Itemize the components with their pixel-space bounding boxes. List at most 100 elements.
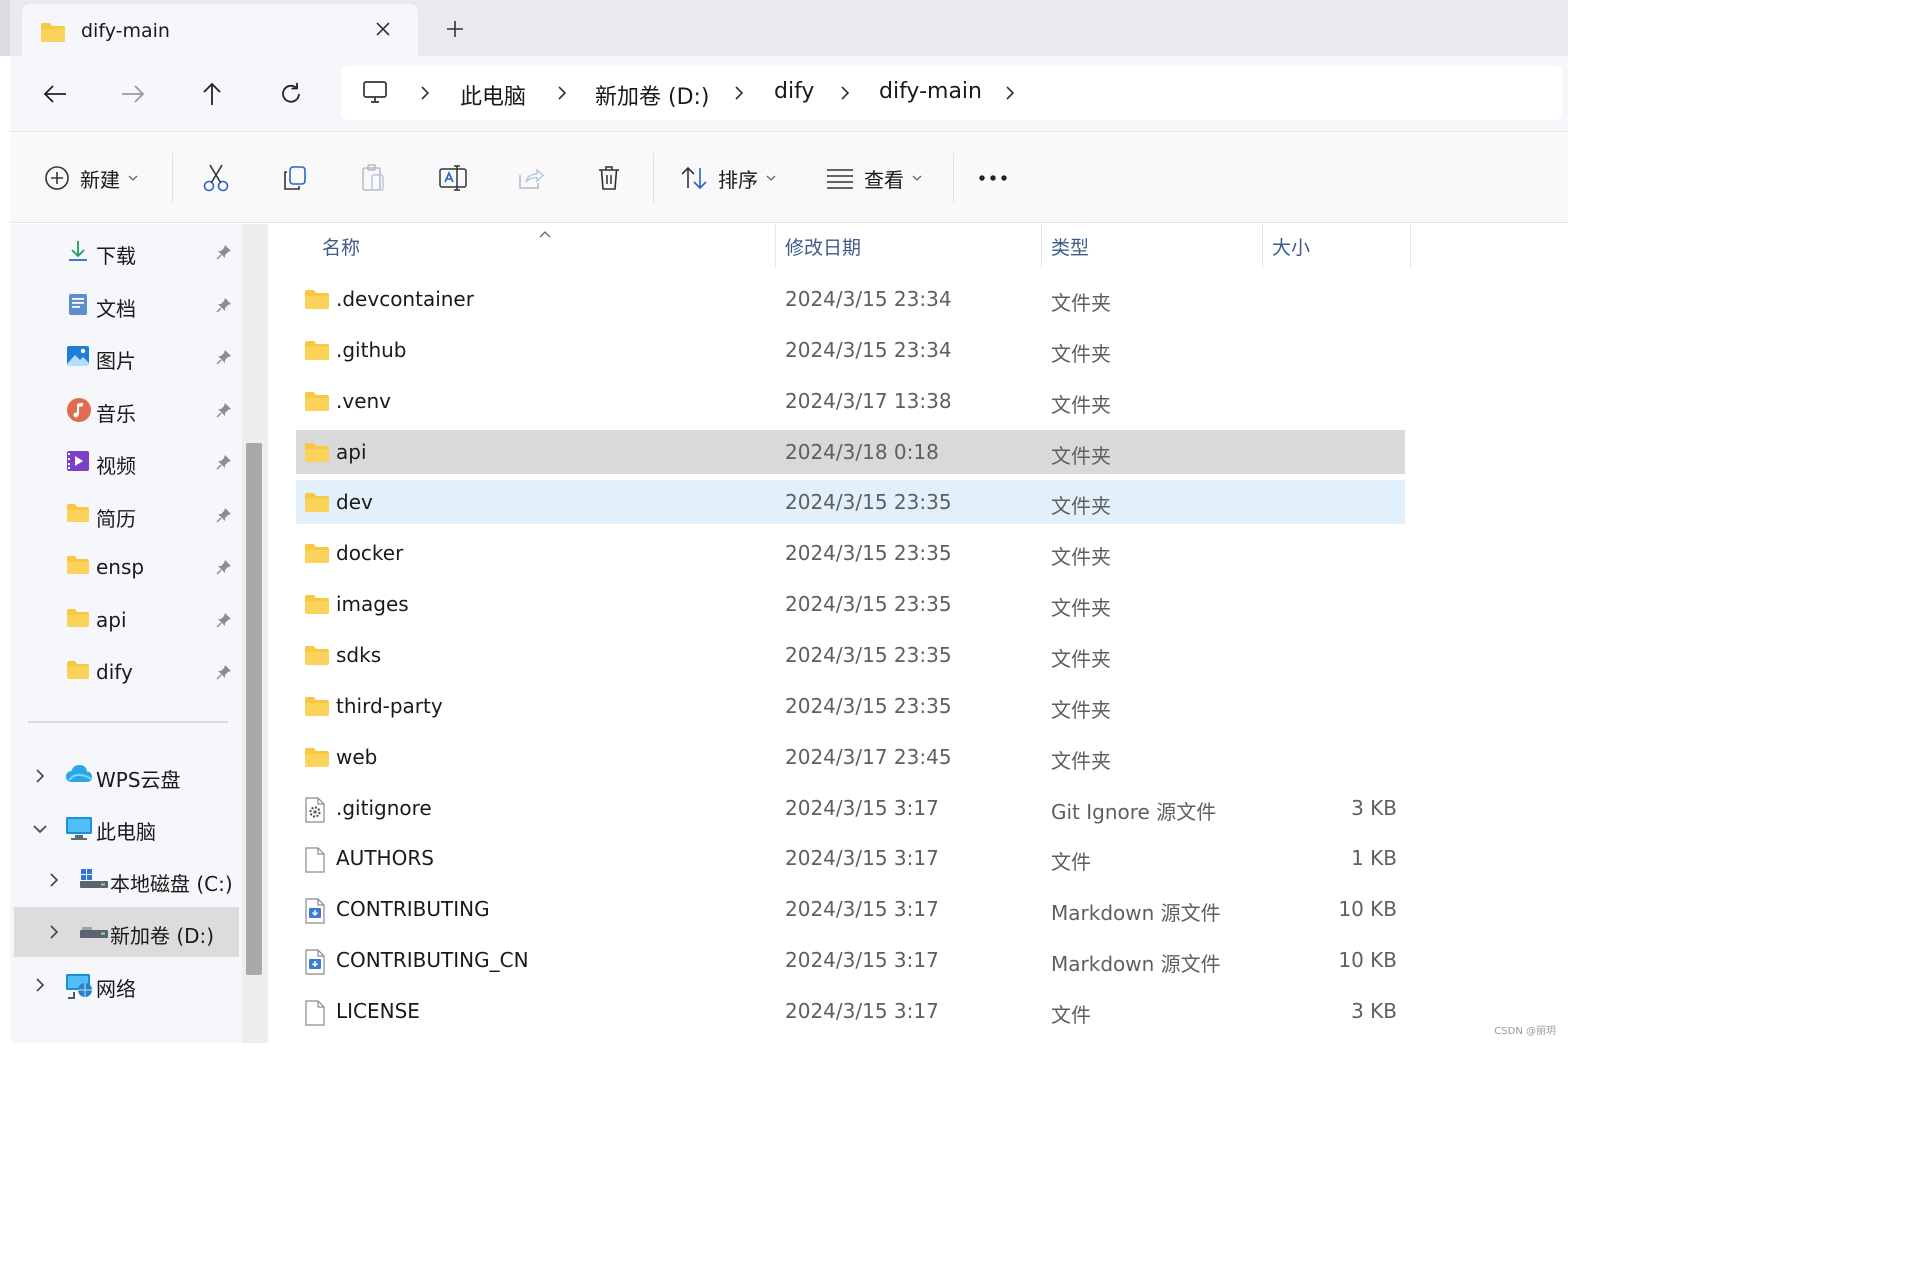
breadcrumb-this-pc[interactable]: 此电脑 <box>460 79 526 111</box>
address-bar[interactable]: 此电脑 新加卷 (D:) dify dify-main <box>341 66 1562 120</box>
back-button[interactable] <box>35 74 75 114</box>
up-button[interactable] <box>192 74 232 114</box>
pin-icon[interactable] <box>216 349 232 369</box>
tab-dify-main[interactable]: dify-main <box>22 4 418 56</box>
paste-button[interactable] <box>360 161 386 195</box>
sidebar-item-label: 图片 <box>96 349 136 373</box>
column-divider[interactable] <box>1041 224 1042 268</box>
sidebar-item-pictures[interactable]: 图片 <box>10 333 242 379</box>
column-header-size[interactable]: 大小 <box>1272 233 1310 260</box>
divider <box>953 153 954 203</box>
column-header-type[interactable]: 类型 <box>1051 233 1089 260</box>
sidebar-item-videos[interactable]: 视频 <box>10 438 242 484</box>
new-tab-button[interactable] <box>440 14 470 44</box>
share-button[interactable] <box>517 161 545 195</box>
breadcrumb-dify[interactable]: dify <box>774 79 814 104</box>
sidebar-tree-label: 本地磁盘 (C:) <box>110 872 233 896</box>
sidebar-item-api[interactable]: api <box>10 596 242 642</box>
forward-button[interactable] <box>113 74 153 114</box>
chevron-right-icon[interactable] <box>48 872 60 892</box>
chevron-right-icon[interactable] <box>839 84 851 106</box>
folder-icon <box>66 554 90 578</box>
pin-icon[interactable] <box>216 402 232 422</box>
file-row[interactable]: web 2024/3/17 23:45 文件夹 <box>296 735 1405 779</box>
sidebar-tree-drive-c[interactable]: 本地磁盘 (C:) <box>10 855 242 905</box>
chevron-right-icon[interactable] <box>34 977 46 997</box>
column-header-name[interactable]: 名称 <box>322 233 360 260</box>
folder-icon <box>304 695 330 721</box>
file-row[interactable]: api 2024/3/18 0:18 文件夹 <box>296 430 1405 474</box>
chevron-right-icon[interactable] <box>556 84 568 106</box>
sidebar-item-downloads[interactable]: 下载 <box>10 228 242 274</box>
file-size: 3 KB <box>1351 999 1397 1023</box>
sidebar-tree-label: 此电脑 <box>96 820 156 844</box>
divider <box>28 721 228 723</box>
column-divider[interactable] <box>1410 224 1411 268</box>
sidebar-tree-this-pc[interactable]: 此电脑 <box>10 803 242 853</box>
sidebar-scrollbar-thumb[interactable] <box>246 443 262 975</box>
pin-icon[interactable] <box>216 297 232 317</box>
rename-icon <box>439 165 467 191</box>
file-row[interactable]: docker 2024/3/15 23:35 文件夹 <box>296 531 1405 575</box>
chevron-right-icon[interactable] <box>48 924 60 944</box>
breadcrumb-dify-main[interactable]: dify-main <box>879 79 982 104</box>
sidebar-item-ensp[interactable]: ensp <box>10 543 242 589</box>
file-row[interactable]: third-party 2024/3/15 23:35 文件夹 <box>296 684 1405 728</box>
sidebar-tree-drive-d[interactable]: 新加卷 (D:) <box>14 907 239 957</box>
chevron-right-icon[interactable] <box>733 84 745 106</box>
more-options-button[interactable] <box>978 161 1008 195</box>
file-name: third-party <box>336 694 443 718</box>
sidebar-tree-wps-cloud[interactable]: WPS云盘 <box>10 751 242 801</box>
new-button[interactable]: 新建 <box>44 161 138 195</box>
file-type: 文件 <box>1051 850 1091 874</box>
copy-button[interactable] <box>282 161 308 195</box>
file-row[interactable]: .github 2024/3/15 23:34 文件夹 <box>296 328 1405 372</box>
chevron-right-icon[interactable] <box>1004 84 1016 106</box>
view-button[interactable]: 查看 <box>826 161 922 195</box>
sidebar-item-dify[interactable]: dify <box>10 648 242 694</box>
file-name: .gitignore <box>336 796 432 820</box>
delete-button[interactable] <box>597 161 621 195</box>
file-row[interactable]: .gitignore 2024/3/15 3:17 Git Ignore 源文件 3 … <box>296 786 1405 830</box>
refresh-button[interactable] <box>271 74 311 114</box>
file-modified-date: 2024/3/17 23:45 <box>785 745 952 769</box>
close-icon[interactable] <box>370 16 396 42</box>
pin-icon[interactable] <box>216 507 232 527</box>
file-row[interactable]: CONTRIBUTING 2024/3/15 3:17 Markdown 源文件 10… <box>296 887 1405 931</box>
folder-icon <box>304 390 330 416</box>
sidebar-item-music[interactable]: 音乐 <box>10 386 242 432</box>
file-row[interactable]: CONTRIBUTING_CN 2024/3/15 3:17 Markdown 源文… <box>296 938 1405 982</box>
chevron-down-icon[interactable] <box>32 820 48 839</box>
file-row[interactable]: AUTHORS 2024/3/15 3:17 文件 1 KB <box>296 836 1405 880</box>
monitor-icon[interactable] <box>361 78 389 110</box>
file-row[interactable]: LICENSE 2024/3/15 3:17 文件 3 KB <box>296 989 1405 1033</box>
sidebar-tree-network[interactable]: 网络 <box>10 960 242 1010</box>
file-row[interactable]: images 2024/3/15 23:35 文件夹 <box>296 582 1405 626</box>
pin-icon[interactable] <box>216 612 232 632</box>
rename-button[interactable] <box>438 161 468 195</box>
file-row[interactable]: dev 2024/3/15 23:35 文件夹 <box>296 480 1405 524</box>
chevron-up-icon[interactable] <box>538 224 552 243</box>
file-name: sdks <box>336 643 382 667</box>
pin-icon[interactable] <box>216 454 232 474</box>
pin-icon[interactable] <box>216 664 232 684</box>
pin-icon[interactable] <box>216 244 232 264</box>
sidebar-item-documents[interactable]: 文档 <box>10 281 242 327</box>
column-header-modified[interactable]: 修改日期 <box>785 233 861 260</box>
chevron-right-icon[interactable] <box>419 84 431 106</box>
sort-button[interactable]: 排序 <box>680 161 776 195</box>
chevron-right-icon[interactable] <box>34 768 46 788</box>
file-row[interactable]: sdks 2024/3/15 23:35 文件夹 <box>296 633 1405 677</box>
plus-circle-icon <box>45 166 69 190</box>
cut-button[interactable] <box>202 161 230 195</box>
column-divider[interactable] <box>1262 224 1263 268</box>
file-type: 文件夹 <box>1051 393 1111 417</box>
file-modified-date: 2024/3/15 23:35 <box>785 694 952 718</box>
folder-icon <box>40 21 66 47</box>
pin-icon[interactable] <box>216 559 232 579</box>
column-divider[interactable] <box>775 224 776 268</box>
sidebar-item-resume[interactable]: 简历 <box>10 491 242 537</box>
breadcrumb-drive-d[interactable]: 新加卷 (D:) <box>595 79 710 111</box>
file-row[interactable]: .venv 2024/3/17 13:38 文件夹 <box>296 379 1405 423</box>
file-row[interactable]: .devcontainer 2024/3/15 23:34 文件夹 <box>296 277 1405 321</box>
